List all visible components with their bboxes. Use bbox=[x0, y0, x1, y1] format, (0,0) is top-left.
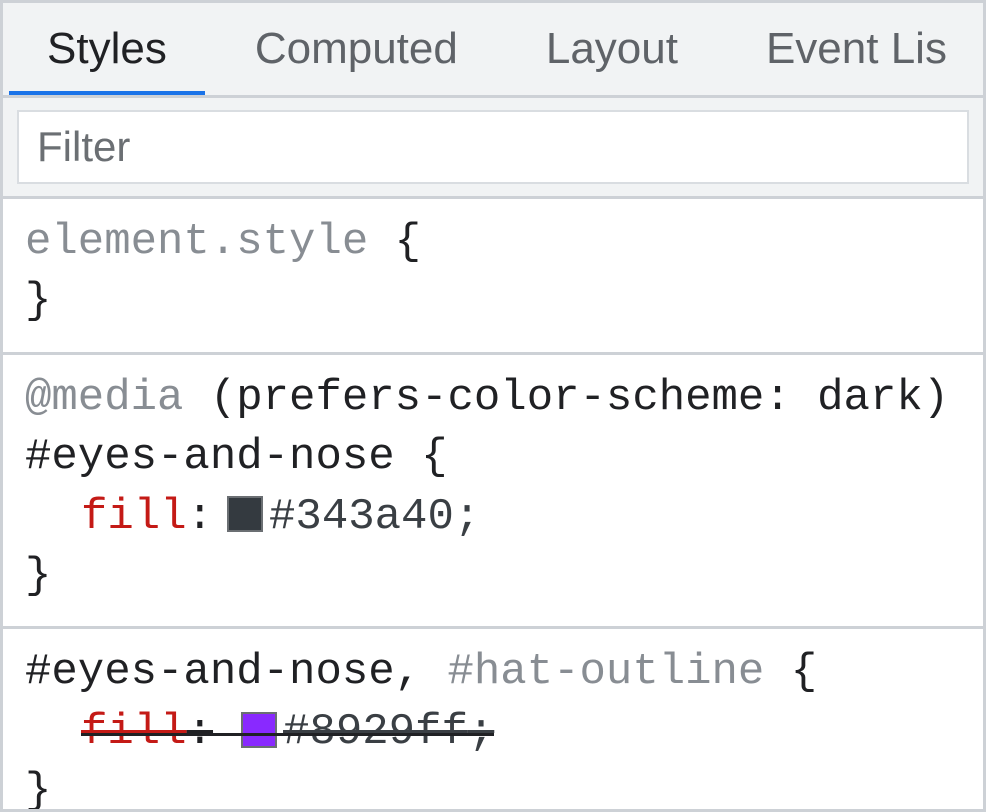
property-value[interactable]: #343a40 bbox=[269, 488, 454, 547]
semicolon: ; bbox=[454, 488, 480, 547]
open-brace: { bbox=[791, 647, 817, 697]
selector[interactable]: element.style bbox=[25, 217, 368, 267]
media-keyword: @media bbox=[25, 373, 183, 423]
selector-comma: , bbox=[395, 647, 448, 697]
strike-wrap: fill: #8929ff; bbox=[81, 703, 494, 762]
media-condition: (prefers-color-scheme: dark) bbox=[210, 373, 949, 423]
close-brace: } bbox=[25, 762, 961, 809]
semicolon: ; bbox=[468, 703, 494, 762]
tab-bar: Styles Computed Layout Event Lis bbox=[3, 3, 983, 98]
tab-event-listeners[interactable]: Event Lis bbox=[722, 3, 983, 95]
selector-inactive[interactable]: #hat-outline bbox=[447, 647, 764, 697]
selector-line: element.style { bbox=[25, 213, 961, 272]
tab-layout-label: Layout bbox=[546, 24, 678, 74]
property-value[interactable]: #8929ff bbox=[283, 703, 468, 762]
open-brace: { bbox=[421, 432, 447, 482]
colon: : bbox=[187, 703, 213, 762]
tab-layout[interactable]: Layout bbox=[502, 3, 722, 95]
tab-styles[interactable]: Styles bbox=[3, 3, 211, 95]
close-brace: } bbox=[25, 272, 961, 331]
styles-panel: Styles Computed Layout Event Lis element… bbox=[0, 0, 986, 812]
tab-computed[interactable]: Computed bbox=[211, 3, 502, 95]
tab-computed-label: Computed bbox=[255, 24, 458, 74]
declaration-overridden[interactable]: fill: #8929ff; bbox=[25, 703, 961, 762]
rule-block[interactable]: element.style { } bbox=[3, 199, 983, 355]
color-swatch-icon[interactable] bbox=[227, 496, 263, 532]
declaration[interactable]: fill: #343a40; bbox=[25, 488, 961, 547]
selector[interactable]: #eyes-and-nose bbox=[25, 432, 395, 482]
selector-line: #eyes-and-nose { bbox=[25, 428, 961, 487]
close-brace: } bbox=[25, 547, 961, 606]
property-name[interactable]: fill bbox=[81, 703, 187, 762]
filter-row bbox=[3, 98, 983, 199]
rules-list: element.style { } @media (prefers-color-… bbox=[3, 199, 983, 809]
tab-styles-label: Styles bbox=[47, 24, 167, 74]
selector-line: #eyes-and-nose, #hat-outline { bbox=[25, 643, 961, 702]
colon: : bbox=[187, 488, 213, 547]
rule-block[interactable]: #eyes-and-nose, #hat-outline { fill: #892… bbox=[3, 629, 983, 809]
filter-input[interactable] bbox=[17, 110, 969, 184]
selector-active[interactable]: #eyes-and-nose bbox=[25, 647, 395, 697]
media-line: @media (prefers-color-scheme: dark) bbox=[25, 369, 961, 428]
rule-block[interactable]: @media (prefers-color-scheme: dark) #eye… bbox=[3, 355, 983, 630]
color-swatch-icon[interactable] bbox=[241, 712, 277, 748]
property-name[interactable]: fill bbox=[81, 488, 187, 547]
tab-event-listeners-label: Event Lis bbox=[766, 24, 947, 74]
open-brace: { bbox=[395, 217, 421, 267]
